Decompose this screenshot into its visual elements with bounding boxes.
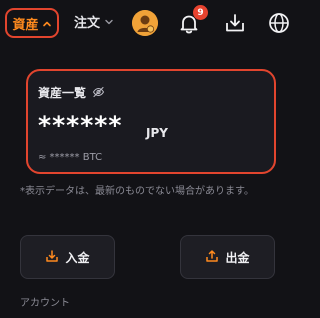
chevron-down-icon [104, 12, 114, 31]
asset-amount: ****** [38, 111, 123, 140]
asset-summary-card: 資産一覧 ****** JPY ≈ ****** BTC [26, 69, 276, 174]
asset-title-row: 資産一覧 [38, 83, 105, 102]
asset-currency: JPY [146, 126, 168, 140]
globe-icon[interactable] [266, 10, 292, 36]
download-icon[interactable] [222, 10, 248, 36]
data-notice: *表示データは、最新のものでない場合があります。 [20, 186, 254, 197]
nav-assets-label: 資産 [12, 17, 39, 33]
deposit-button[interactable]: 入金 [20, 235, 115, 279]
deposit-label: 入金 [65, 250, 90, 265]
top-nav: 資産 注文 9 [0, 0, 300, 46]
asset-btc-equivalent: ≈ ****** BTC [38, 152, 103, 163]
withdraw-button[interactable]: 出金 [180, 235, 275, 279]
avatar-icon[interactable] [132, 10, 158, 36]
nav-assets-tab[interactable]: 資産 [5, 8, 59, 38]
chevron-up-icon [42, 14, 52, 33]
nav-orders-label: 注文 [74, 16, 101, 31]
asset-card-title: 資産一覧 [38, 86, 87, 100]
account-section-label: アカウント [20, 298, 70, 309]
nav-orders-tab[interactable]: 注文 [74, 12, 114, 31]
notification-badge: 9 [193, 5, 208, 20]
withdraw-label: 出金 [225, 250, 250, 265]
eye-off-icon[interactable] [92, 83, 105, 102]
deposit-icon [45, 248, 59, 267]
withdraw-icon [205, 248, 219, 267]
